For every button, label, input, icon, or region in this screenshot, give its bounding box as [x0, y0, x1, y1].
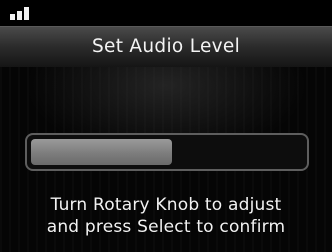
- signal-bar: [24, 7, 29, 20]
- title-bar: Set Audio Level: [0, 26, 332, 67]
- audio-level-slider[interactable]: [25, 133, 309, 171]
- status-bar: [0, 0, 332, 26]
- main-content: Turn Rotary Knob to adjust and press Sel…: [0, 67, 332, 252]
- signal-strength-icon: [10, 7, 34, 20]
- page-title: Set Audio Level: [91, 36, 241, 57]
- signal-bar: [17, 11, 22, 20]
- audio-level-screen: Set Audio Level Turn Rotary Knob to adju…: [0, 0, 332, 252]
- instruction-text: Turn Rotary Knob to adjust and press Sel…: [0, 194, 332, 238]
- audio-level-fill: [31, 139, 172, 165]
- instruction-line-2: and press Select to confirm: [46, 217, 286, 237]
- instruction-line-1: Turn Rotary Knob to adjust: [50, 195, 282, 215]
- signal-bar: [10, 14, 15, 20]
